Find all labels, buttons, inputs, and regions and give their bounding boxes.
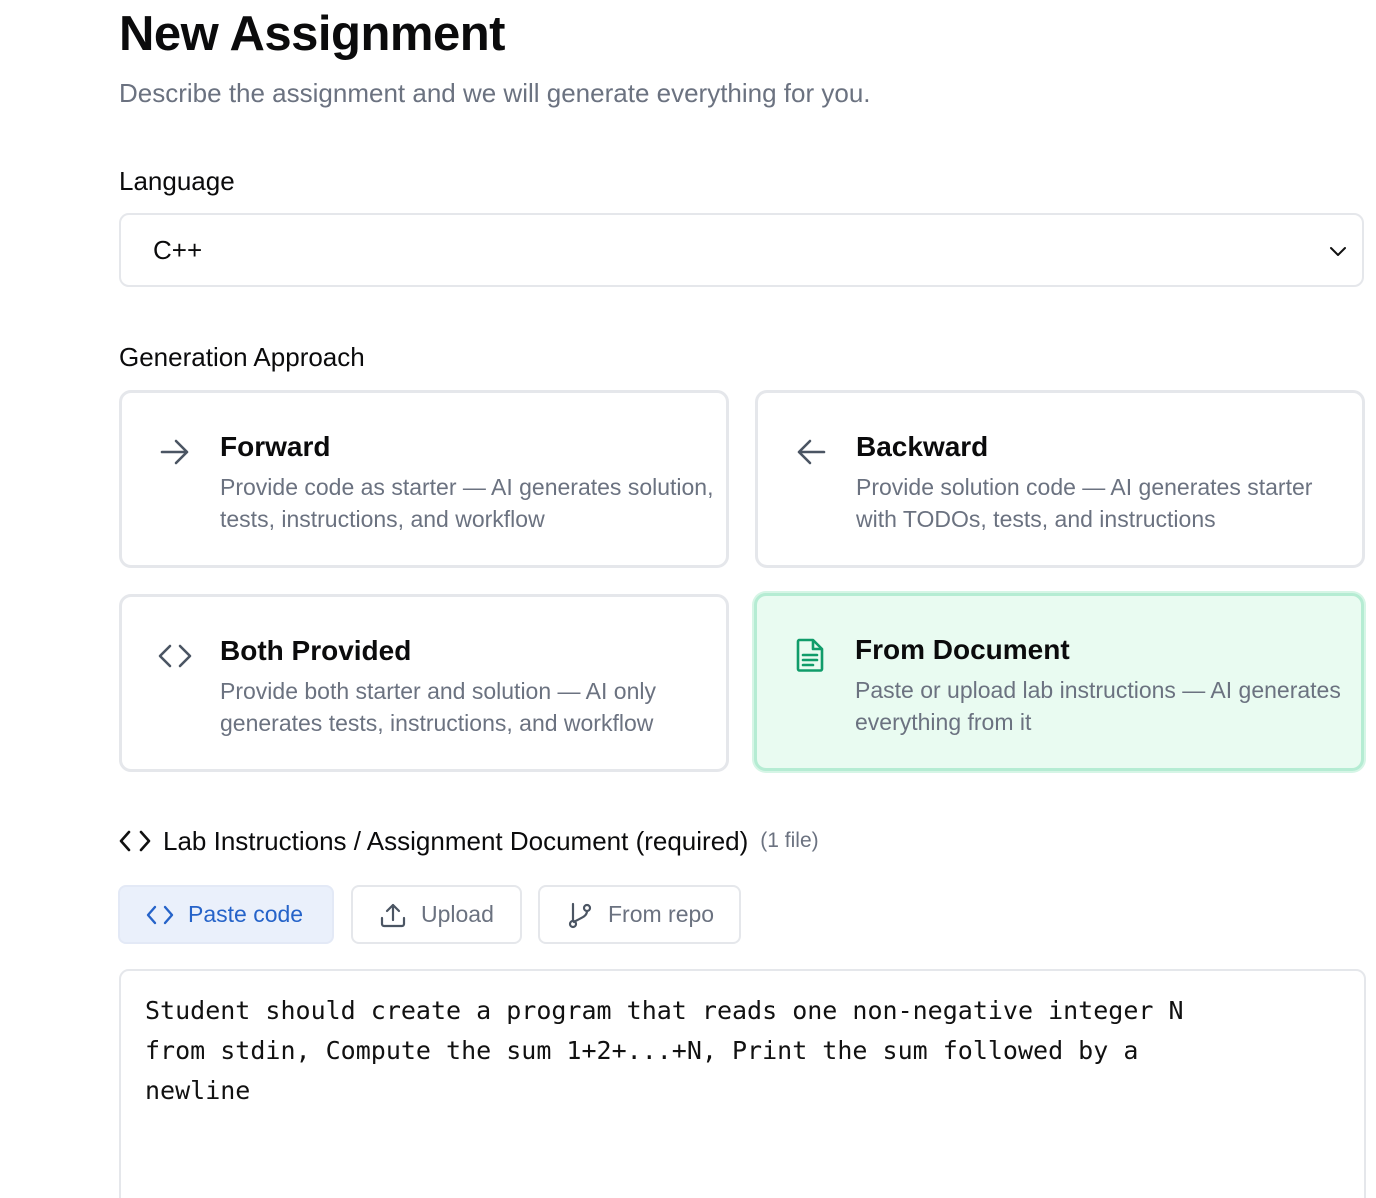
tab-upload[interactable]: Upload — [351, 885, 522, 944]
tab-label: From repo — [608, 901, 715, 927]
tab-label: Upload — [421, 901, 494, 927]
approach-label: Generation Approach — [119, 342, 365, 372]
document-section-label: Lab Instructions / Assignment Document (… — [119, 824, 819, 858]
code-icon — [146, 905, 174, 924]
language-selected-value: C++ — [153, 234, 203, 265]
approach-card-title: Forward — [220, 431, 331, 462]
approach-card-description: Paste or upload lab instructions — AI ge… — [855, 677, 1341, 735]
arrow-right-icon — [160, 439, 189, 465]
file-count: (1 file) — [760, 829, 819, 852]
page-title: New Assignment — [119, 7, 505, 61]
approach-card-title: From Document — [855, 634, 1070, 665]
code-icon — [158, 644, 192, 668]
approach-card-description: Provide code as starter — AI generates s… — [220, 474, 714, 532]
tab-label: Paste code — [188, 901, 304, 927]
approach-card-backward[interactable]: Backward Provide solution code — AI gene… — [755, 390, 1365, 568]
page-subtitle: Describe the assignment and we will gene… — [119, 78, 871, 108]
language-label: Language — [119, 166, 235, 196]
git-branch-icon — [568, 902, 592, 928]
approach-card-description: Provide both starter and solution — AI o… — [220, 678, 656, 736]
language-select[interactable]: C++ — [119, 213, 1364, 287]
document-label-text: Lab Instructions / Assignment Document (… — [163, 826, 749, 856]
approach-card-title: Backward — [856, 431, 989, 462]
chevron-down-icon — [1330, 247, 1346, 256]
approach-card-forward[interactable]: Forward Provide code as starter — AI gen… — [119, 390, 729, 568]
code-icon — [119, 830, 151, 852]
tab-paste-code[interactable]: Paste code — [118, 885, 334, 944]
upload-icon — [380, 903, 406, 927]
tab-from-repo[interactable]: From repo — [538, 885, 741, 944]
approach-card-description: Provide solution code — AI generates sta… — [856, 474, 1313, 532]
approach-card-from-document[interactable]: From Document Paste or upload lab instru… — [754, 593, 1364, 771]
document-icon — [796, 638, 824, 672]
document-textarea[interactable]: Student should create a program that rea… — [119, 969, 1366, 1198]
arrow-left-icon — [797, 439, 826, 465]
approach-card-title: Both Provided — [220, 635, 412, 666]
approach-card-both-provided[interactable]: Both Provided Provide both starter and s… — [119, 594, 729, 772]
new-assignment-page: New Assignment Describe the assignment a… — [0, 0, 1376, 1198]
